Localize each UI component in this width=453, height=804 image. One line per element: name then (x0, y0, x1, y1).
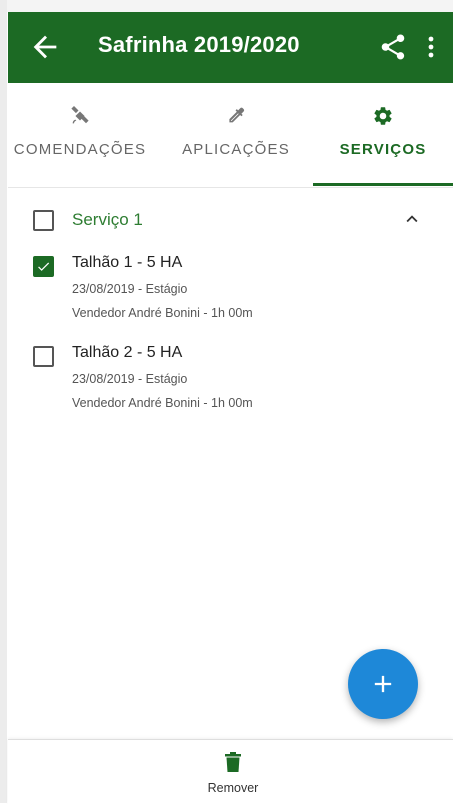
dropper-icon (229, 107, 245, 123)
arrow-left-icon (33, 35, 57, 59)
window-top-edge (0, 0, 453, 12)
item-date-stage: 23/08/2019 - Estágio (72, 372, 188, 386)
tab-servicos[interactable]: SERVIÇOS (313, 83, 453, 187)
item-checkbox[interactable] (33, 256, 54, 277)
bottom-bar: Remover (8, 739, 453, 804)
tab-label: SERVIÇOS (339, 141, 427, 158)
tab-recomendacoes[interactable]: COMENDAÇÕES (0, 83, 160, 187)
checkmark-icon (38, 262, 50, 271)
page-title: Safrinha 2019/2020 (98, 32, 300, 57)
more-options-button[interactable] (422, 32, 440, 62)
item-seller-duration: Vendedor André Bonini - 1h 00m (72, 396, 253, 410)
collapse-button[interactable] (401, 208, 423, 230)
list-item: Talhão 1 - 5 HA 23/08/2019 - Estágio Ven… (8, 254, 453, 334)
service-group-checkbox[interactable] (33, 210, 54, 231)
share-button[interactable] (378, 32, 408, 62)
remove-button[interactable]: Remover (188, 740, 278, 804)
back-button[interactable] (28, 30, 62, 64)
tab-bar: COMENDAÇÕES APLICAÇÕES SERVIÇOS (8, 83, 453, 188)
more-vertical-icon (428, 36, 434, 58)
list-item: Talhão 2 - 5 HA 23/08/2019 - Estágio Ven… (8, 344, 453, 424)
app-screen: Safrinha 2019/2020 COMENDAÇÕES APLICAÇÕE… (8, 12, 453, 804)
tab-label: APLICAÇÕES (182, 141, 290, 158)
item-date-stage: 23/08/2019 - Estágio (72, 282, 188, 296)
plus-icon (374, 675, 392, 693)
satellite-icon (71, 106, 89, 124)
remove-label: Remover (207, 781, 259, 795)
add-button[interactable] (348, 649, 418, 719)
item-seller-duration: Vendedor André Bonini - 1h 00m (72, 306, 253, 320)
gear-icon (374, 107, 392, 125)
share-icon (381, 34, 405, 60)
active-tab-indicator (313, 183, 453, 186)
tab-aplicacoes[interactable]: APLICAÇÕES (166, 83, 306, 187)
item-checkbox[interactable] (33, 346, 54, 367)
item-name: Talhão 1 - 5 HA (72, 254, 183, 271)
trash-icon (225, 752, 241, 772)
service-group-title[interactable]: Serviço 1 (72, 210, 143, 230)
chevron-up-icon (406, 215, 418, 223)
tab-label: COMENDAÇÕES (13, 141, 147, 158)
app-bar: Safrinha 2019/2020 (8, 12, 453, 83)
item-name: Talhão 2 - 5 HA (72, 344, 183, 361)
